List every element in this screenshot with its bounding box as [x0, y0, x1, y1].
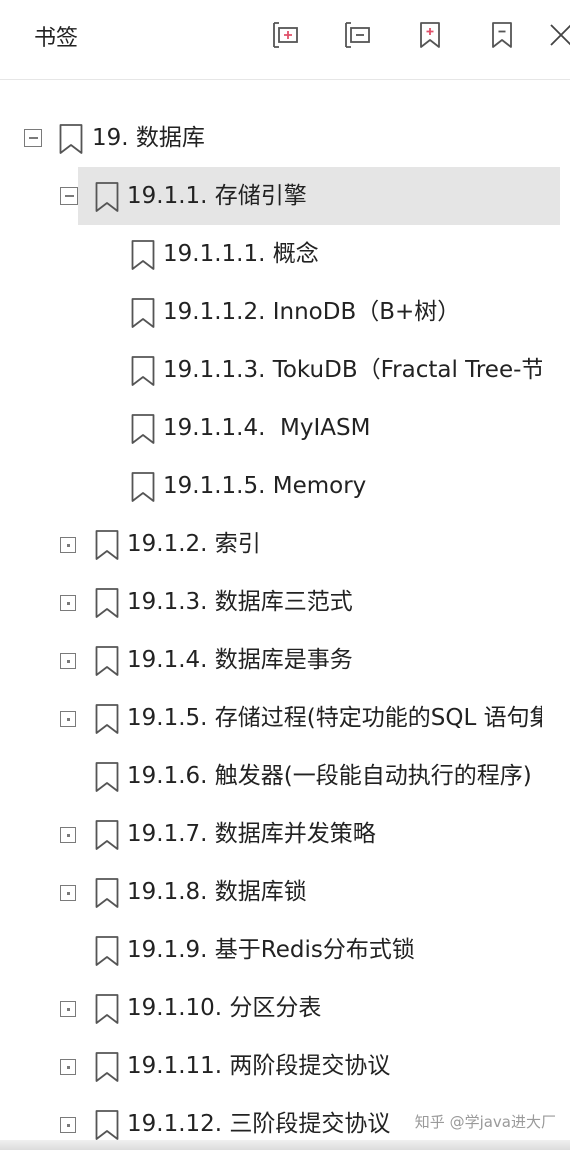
bookmarks-panel-header: 书签: [0, 0, 570, 80]
expand-node-icon[interactable]: [60, 885, 76, 901]
expand-all-icon: [273, 22, 298, 48]
bookmark-icon: [95, 1110, 119, 1140]
expand-node-icon[interactable]: [60, 711, 76, 727]
bookmark-icon: [59, 124, 83, 154]
add-bookmark-button[interactable]: [413, 18, 447, 52]
tree-item[interactable]: 19.1.3. 数据库三范式: [0, 573, 570, 631]
tree-item[interactable]: 19.1.1.4. MyIASM: [0, 399, 570, 457]
tree-item[interactable]: 19.1.1.2. InnoDB（B+树）: [0, 283, 570, 341]
bookmark-icon: [95, 646, 119, 676]
bookmark-icon: [95, 588, 119, 618]
tree-item-label: 19.1.1.3. TokuDB（Fractal Tree-节点带数据）: [163, 357, 542, 383]
bookmark-icon: [131, 240, 155, 270]
tree-item-label: 19.1.5. 存储过程(特定功能的SQL 语句集): [127, 705, 542, 731]
bookmark-icon: [95, 530, 119, 560]
tree-item-label-clip: 19.1.1.5. Memory: [163, 457, 542, 515]
watermark: 知乎 @学java进大厂: [408, 1110, 556, 1134]
tree-item-label-clip: 19.1.1. 存储引擎: [127, 167, 542, 225]
tree-item-label: 19.1.11. 两阶段提交协议: [127, 1053, 391, 1079]
expand-node-icon[interactable]: [60, 1001, 76, 1017]
tree-item-label: 19.1.1.1. 概念: [163, 241, 319, 267]
collapse-all-button[interactable]: [340, 18, 374, 52]
expand-node-icon[interactable]: [60, 1059, 76, 1075]
tree-item-label: 19.1.9. 基于Redis分布式锁: [127, 937, 415, 963]
tree-item-label: 19. 数据库: [92, 125, 205, 151]
remove-bookmark-button[interactable]: [485, 18, 519, 52]
tree-item-label-clip: 19.1.3. 数据库三范式: [127, 573, 542, 631]
tree-item-label: 19.1.2. 索引: [127, 531, 261, 557]
bookmark-icon: [131, 356, 155, 386]
tree-item[interactable]: 19.1.1.5. Memory: [0, 457, 570, 515]
collapse-node-icon[interactable]: [24, 129, 42, 147]
tree-item[interactable]: 19.1.10. 分区分表: [0, 979, 570, 1037]
tree-item-label: 19.1.3. 数据库三范式: [127, 589, 353, 615]
tree-item[interactable]: 19.1.6. 触发器(一段能自动执行的程序): [0, 747, 570, 805]
tree-item-label: 19.1.7. 数据库并发策略: [127, 821, 376, 847]
tree-item-label-clip: 19.1.11. 两阶段提交协议: [127, 1037, 542, 1095]
collapse-all-icon: [345, 22, 370, 48]
tree-item-label: 19.1.1.2. InnoDB（B+树）: [163, 299, 461, 325]
tree-item-label-clip: 19.1.1.4. MyIASM: [163, 399, 542, 457]
tree-item-label-clip: 19.1.1.1. 概念: [163, 225, 542, 283]
expand-node-icon[interactable]: [60, 827, 76, 843]
tree-item[interactable]: 19.1.7. 数据库并发策略: [0, 805, 570, 863]
tree-item[interactable]: 19.1.1. 存储引擎: [0, 167, 570, 225]
bookmark-icon: [131, 472, 155, 502]
expand-node-icon[interactable]: [60, 537, 76, 553]
tree-item-label: 19.1.8. 数据库锁: [127, 879, 307, 905]
tree-item[interactable]: 19.1.11. 两阶段提交协议: [0, 1037, 570, 1095]
tree-item[interactable]: 19.1.1.3. TokuDB（Fractal Tree-节点带数据）: [0, 341, 570, 399]
panel-title: 书签: [34, 26, 79, 51]
close-icon: [550, 24, 570, 46]
tree-item[interactable]: 19.1.8. 数据库锁: [0, 863, 570, 921]
add-bookmark-icon: [420, 22, 440, 48]
bookmark-icon: [95, 1052, 119, 1082]
tree-item[interactable]: 19.1.2. 索引: [0, 515, 570, 573]
bookmark-tree: 19. 数据库 19.1.1. 存储引擎 19.1.1.1. 概念 19.1.1.2.…: [0, 80, 570, 1140]
tree-item-label: 19.1.10. 分区分表: [127, 995, 322, 1021]
tree-item-label-clip: 19.1.1.3. TokuDB（Fractal Tree-节点带数据）: [163, 341, 542, 399]
tree-item-label-clip: 19.1.2. 索引: [127, 515, 542, 573]
bookmark-icon: [95, 936, 119, 966]
tree-item-label-clip: 19.1.5. 存储过程(特定功能的SQL 语句集): [127, 689, 542, 747]
expand-all-button[interactable]: [268, 18, 302, 52]
remove-bookmark-icon: [492, 22, 512, 48]
bookmark-icon: [131, 298, 155, 328]
tree-item-label-clip: 19.1.4. 数据库是事务: [127, 631, 542, 689]
expand-node-icon[interactable]: [60, 653, 76, 669]
bookmark-icon: [95, 820, 119, 850]
tree-item[interactable]: 19.1.1.1. 概念: [0, 225, 570, 283]
tree-item[interactable]: 19. 数据库: [0, 109, 570, 167]
tree-item-label: 19.1.1. 存储引擎: [127, 183, 307, 209]
tree-item-label: 19.1.12. 三阶段提交协议: [127, 1111, 391, 1137]
tree-item-label-clip: 19.1.1.2. InnoDB（B+树）: [163, 283, 542, 341]
collapse-node-icon[interactable]: [60, 187, 78, 205]
tree-item-label-clip: 19.1.7. 数据库并发策略: [127, 805, 542, 863]
bookmark-icon: [95, 994, 119, 1024]
bookmark-icon: [131, 414, 155, 444]
bottom-scroll-edge: [0, 1140, 570, 1150]
tree-item[interactable]: 19.1.9. 基于Redis分布式锁: [0, 921, 570, 979]
tree-item-label-clip: 19.1.10. 分区分表: [127, 979, 542, 1037]
tree-item-label-clip: 19.1.9. 基于Redis分布式锁: [127, 921, 542, 979]
tree-item[interactable]: 19.1.5. 存储过程(特定功能的SQL 语句集): [0, 689, 570, 747]
close-button[interactable]: [544, 18, 570, 52]
tree-item-label: 19.1.6. 触发器(一段能自动执行的程序): [127, 763, 532, 789]
tree-item-label: 19.1.1.5. Memory: [163, 473, 367, 499]
tree-item-label: 19.1.4. 数据库是事务: [127, 647, 353, 673]
tree-item-label-clip: 19. 数据库: [92, 109, 542, 167]
bookmark-icon: [95, 704, 119, 734]
expand-node-icon[interactable]: [60, 1117, 76, 1133]
tree-item-label-clip: 19.1.6. 触发器(一段能自动执行的程序): [127, 747, 542, 805]
bookmark-icon: [95, 182, 119, 212]
tree-item-label-clip: 19.1.8. 数据库锁: [127, 863, 542, 921]
tree-item[interactable]: 19.1.4. 数据库是事务: [0, 631, 570, 689]
bookmark-icon: [95, 878, 119, 908]
bookmark-icon: [95, 762, 119, 792]
expand-node-icon[interactable]: [60, 595, 76, 611]
tree-item-label: 19.1.1.4. MyIASM: [163, 415, 371, 441]
